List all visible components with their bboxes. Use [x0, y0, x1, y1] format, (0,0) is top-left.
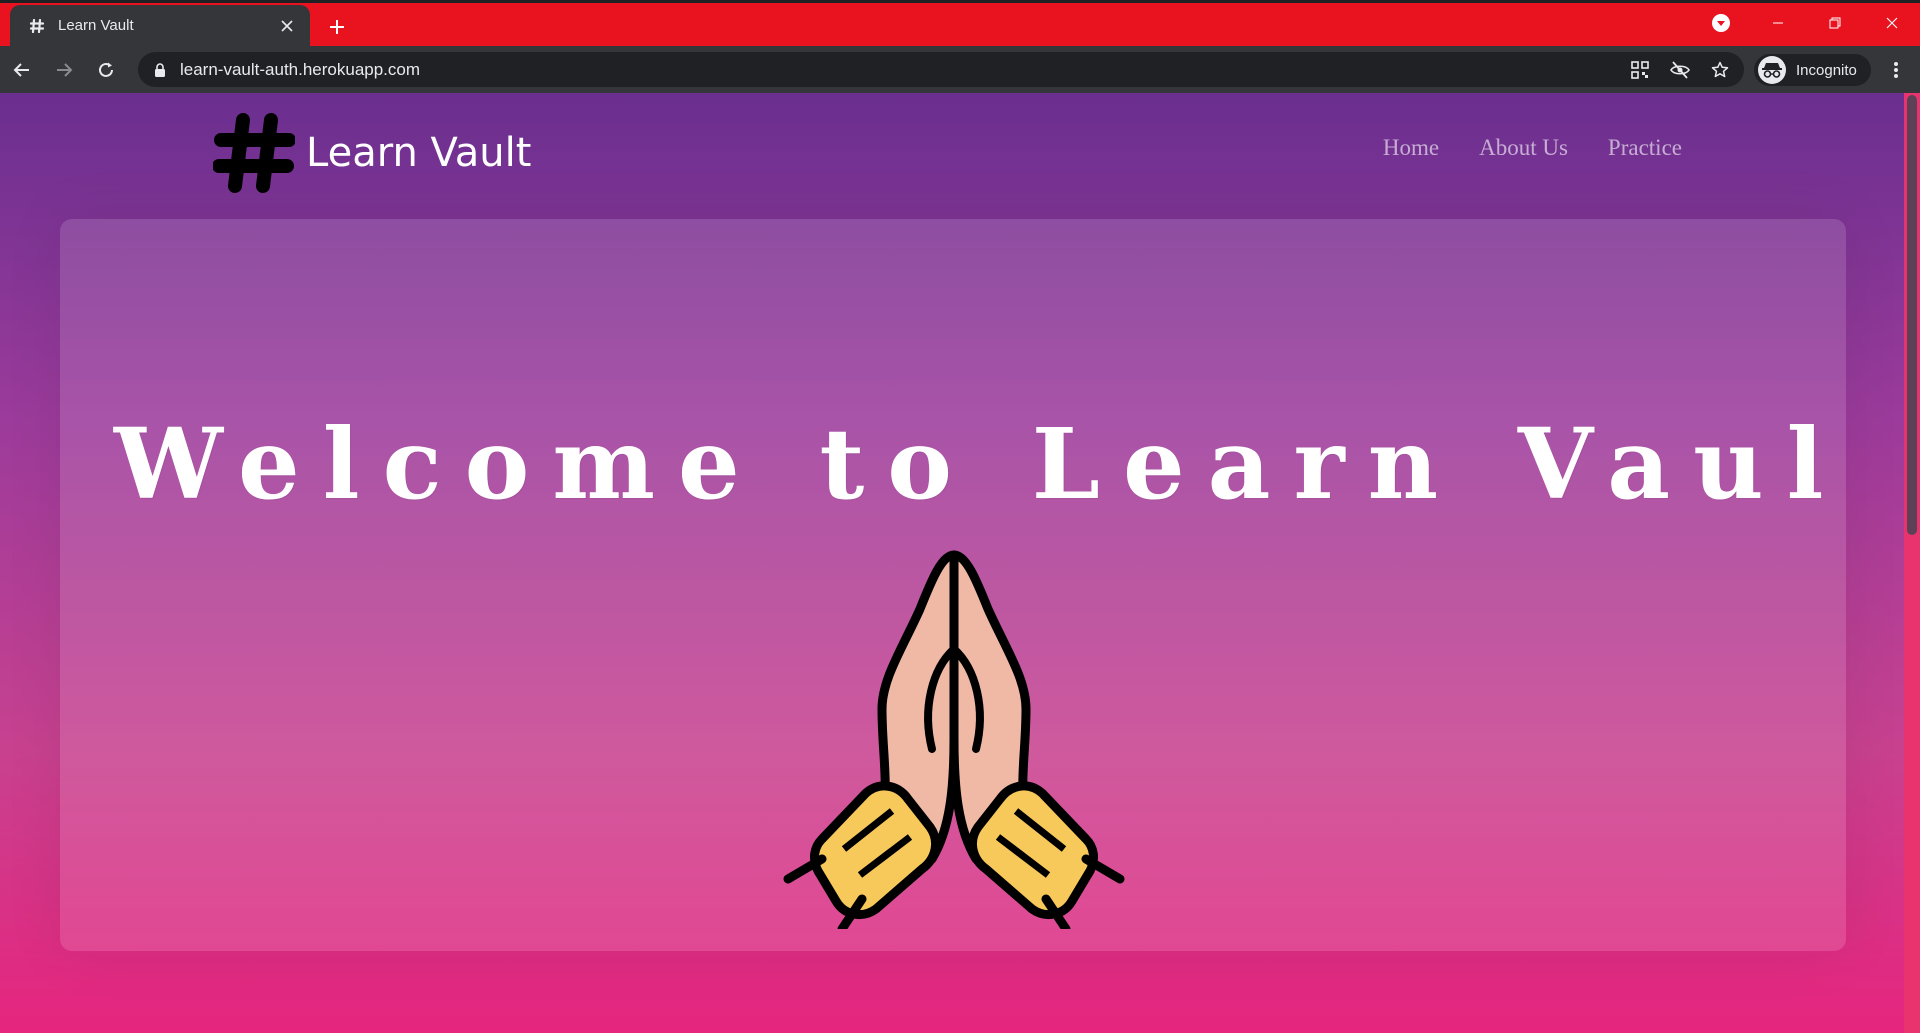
address-bar[interactable]: learn-vault-auth.herokuapp.com: [138, 52, 1744, 87]
nav-link-home[interactable]: Home: [1383, 135, 1439, 161]
kebab-menu-icon[interactable]: [1880, 54, 1912, 86]
tab-title: Learn Vault: [58, 17, 134, 34]
nav-link-about-us[interactable]: About Us: [1479, 135, 1568, 161]
eye-off-icon[interactable]: [1664, 54, 1696, 86]
qr-code-icon[interactable]: [1624, 54, 1656, 86]
hash-logo-icon: [212, 111, 296, 195]
browser-toolbar: learn-vault-auth.herokuapp.com Incognito: [0, 46, 1920, 93]
forward-icon[interactable]: [44, 50, 84, 90]
back-icon[interactable]: [2, 50, 42, 90]
window-controls: [1693, 0, 1920, 46]
lock-icon[interactable]: [152, 62, 168, 78]
incognito-label: Incognito: [1796, 61, 1857, 79]
hash-favicon-icon: [28, 17, 46, 35]
nav-links: Home About Us Practice: [1383, 135, 1682, 161]
hero-card: Welcome to Learn Vault: [60, 219, 1846, 951]
browser-tab-active[interactable]: Learn Vault: [10, 5, 310, 46]
brand-name: Learn Vault: [306, 130, 532, 176]
close-window-icon[interactable]: [1863, 0, 1920, 46]
tab-strip: Learn Vault: [0, 0, 1920, 46]
scrollbar-thumb[interactable]: [1907, 95, 1917, 535]
nav-link-practice[interactable]: Practice: [1608, 135, 1682, 161]
site-navbar: Learn Vault Home About Us Practice: [212, 113, 1682, 193]
reload-icon[interactable]: [86, 50, 126, 90]
tab-strip-topline: [0, 0, 1920, 3]
page-viewport: Learn Vault Home About Us Practice Welco…: [0, 93, 1920, 1033]
incognito-icon: [1758, 56, 1786, 84]
bookmark-star-icon[interactable]: [1704, 54, 1736, 86]
restore-icon[interactable]: [1806, 0, 1863, 46]
incognito-indicator[interactable]: Incognito: [1754, 54, 1871, 86]
tab-close-icon[interactable]: [276, 15, 298, 37]
page-scrollbar[interactable]: [1904, 93, 1920, 1033]
hero-title: Welcome to Learn Vault: [114, 407, 1846, 521]
brand[interactable]: Learn Vault: [212, 113, 531, 193]
minimize-icon[interactable]: [1749, 0, 1806, 46]
media-control-icon[interactable]: [1693, 0, 1749, 46]
url-text: learn-vault-auth.herokuapp.com: [180, 59, 421, 79]
praying-hands-icon: [783, 550, 1125, 929]
hero-title-row: Welcome to Learn Vault: [114, 407, 1846, 521]
new-tab-button[interactable]: [322, 12, 352, 42]
